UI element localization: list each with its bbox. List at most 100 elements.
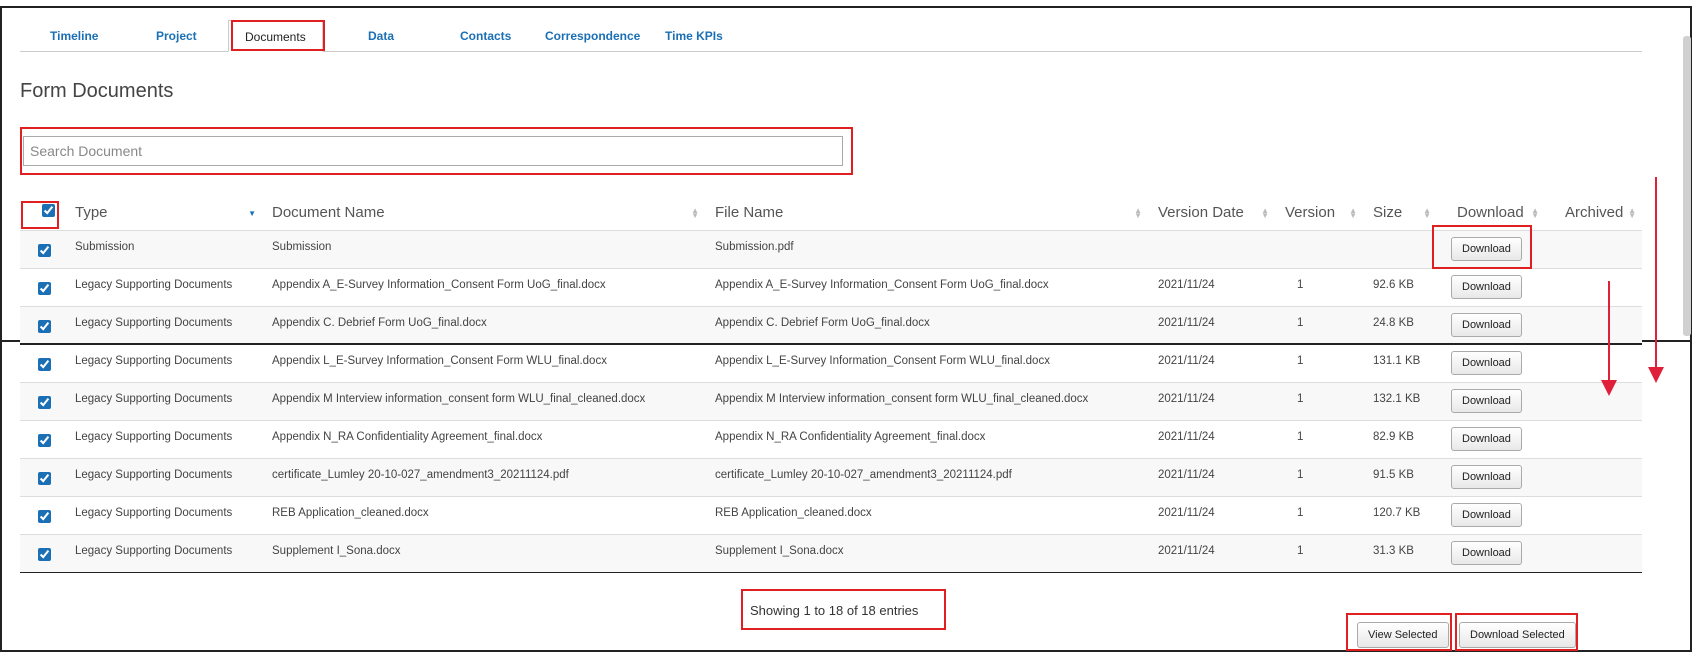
row-checkbox[interactable] bbox=[38, 395, 51, 409]
tab-project[interactable]: Project bbox=[156, 29, 197, 43]
cell-type: Legacy Supporting Documents bbox=[75, 430, 233, 443]
cell-version-date: 2021/11/24 bbox=[1158, 468, 1215, 481]
cell-size bbox=[1363, 230, 1437, 268]
cell-type: Submission bbox=[75, 240, 135, 253]
cell-file-name: REB Application_cleaned.docx bbox=[715, 506, 872, 519]
column-header-download[interactable]: Download ▲ ▼ bbox=[1437, 196, 1545, 230]
tab-timeline[interactable]: Timeline bbox=[50, 29, 98, 43]
documents-table: Type ▼ Document Name ▲ ▼ File Name ▲ ▼ Versio… bbox=[20, 196, 1642, 573]
sort-icon: ▲ ▼ bbox=[1261, 206, 1269, 220]
row-checkbox[interactable] bbox=[38, 547, 51, 561]
sort-icon: ▲ ▼ bbox=[1423, 206, 1431, 220]
cell-archived bbox=[1545, 306, 1642, 344]
tab-data[interactable]: Data bbox=[368, 29, 394, 43]
table-row: Legacy Supporting Documents REB Applicati… bbox=[20, 496, 1642, 534]
download-button[interactable]: Download bbox=[1451, 426, 1522, 451]
select-all-checkbox[interactable] bbox=[42, 204, 55, 218]
row-checkbox[interactable] bbox=[38, 471, 51, 485]
tab-correspondence[interactable]: Correspondence bbox=[545, 29, 640, 43]
cell-type: Legacy Supporting Documents bbox=[75, 278, 233, 291]
table-row: Legacy Supporting Documents Supplement I_… bbox=[20, 534, 1642, 572]
cell-archived bbox=[1545, 458, 1642, 496]
column-header-document-name[interactable]: Document Name ▲ ▼ bbox=[262, 196, 705, 230]
download-button[interactable]: Download bbox=[1451, 236, 1522, 261]
table-row: Legacy Supporting Documents Appendix N_RA… bbox=[20, 420, 1642, 458]
cell-document-name: certificate_Lumley 20-10-027_amendment3_… bbox=[272, 468, 569, 481]
download-button[interactable]: Download bbox=[1451, 351, 1522, 375]
row-checkbox[interactable] bbox=[38, 281, 51, 295]
cell-archived bbox=[1545, 496, 1642, 534]
table-row: Legacy Supporting Documents Appendix C. D… bbox=[20, 306, 1642, 344]
cell-document-name: Appendix L_E-Survey Information_Consent … bbox=[272, 355, 607, 367]
cell-archived bbox=[1545, 230, 1642, 268]
cell-version: 1 bbox=[1297, 392, 1304, 405]
cell-version-date: 2021/11/24 bbox=[1158, 430, 1215, 443]
column-header-archived[interactable]: Archived ▲ ▼ bbox=[1545, 196, 1642, 230]
cell-version: 1 bbox=[1297, 544, 1304, 557]
download-button[interactable]: Download bbox=[1451, 464, 1522, 489]
download-button[interactable]: Download bbox=[1451, 274, 1522, 299]
column-header-type[interactable]: Type ▼ bbox=[65, 196, 262, 230]
sort-icon: ▲ ▼ bbox=[1134, 206, 1142, 220]
cell-version: 1 bbox=[1297, 355, 1304, 367]
cell-document-name: Submission bbox=[272, 240, 332, 253]
row-checkbox[interactable] bbox=[38, 319, 51, 333]
download-button[interactable]: Download bbox=[1451, 502, 1522, 527]
cell-document-name: Appendix C. Debrief Form UoG_final.docx bbox=[272, 316, 487, 329]
row-checkbox[interactable] bbox=[38, 509, 51, 523]
arrow-down-icon bbox=[1601, 281, 1617, 396]
sort-icon: ▲ ▼ bbox=[691, 206, 699, 220]
sort-icon: ▲ ▼ bbox=[1531, 206, 1539, 220]
cell-file-name: Appendix L_E-Survey Information_Consent … bbox=[715, 355, 1050, 367]
tab-contacts[interactable]: Contacts bbox=[460, 29, 511, 43]
cell-version-date: 2021/11/24 bbox=[1158, 506, 1215, 519]
cell-file-name: Appendix A_E-Survey Information_Consent … bbox=[715, 278, 1049, 291]
cell-size: 132.1 KB bbox=[1373, 392, 1421, 405]
row-checkbox[interactable] bbox=[38, 433, 51, 447]
scrollbar[interactable] bbox=[1683, 36, 1691, 336]
sort-icon: ▲ ▼ bbox=[1628, 206, 1636, 220]
column-header-version-date[interactable]: Version Date ▲ ▼ bbox=[1148, 196, 1275, 230]
table-header-row: Type ▼ Document Name ▲ ▼ File Name ▲ ▼ Versio… bbox=[20, 196, 1642, 230]
column-header-file-name[interactable]: File Name ▲ ▼ bbox=[705, 196, 1148, 230]
cell-archived bbox=[1545, 420, 1642, 458]
row-checkbox[interactable] bbox=[38, 243, 51, 257]
cell-document-name: Appendix M Interview information_consent… bbox=[272, 392, 646, 405]
view-selected-button[interactable]: View Selected bbox=[1357, 622, 1449, 648]
cell-type: Legacy Supporting Documents bbox=[75, 544, 233, 557]
cell-size: 82.9 KB bbox=[1373, 430, 1414, 443]
column-header-size[interactable]: Size ▲ ▼ bbox=[1363, 196, 1437, 230]
cell-type: Legacy Supporting Documents bbox=[75, 392, 233, 405]
tab-time-kpis[interactable]: Time KPIs bbox=[665, 29, 723, 43]
cell-version-date: 2021/11/24 bbox=[1158, 355, 1215, 367]
row-checkbox[interactable] bbox=[38, 358, 51, 371]
cell-version: 1 bbox=[1297, 506, 1304, 519]
cell-document-name: Supplement I_Sona.docx bbox=[272, 544, 401, 557]
table-row: Legacy Supporting Documents Appendix M In… bbox=[20, 382, 1642, 420]
cell-file-name: Appendix N_RA Confidentiality Agreement_… bbox=[715, 430, 986, 443]
sort-icon: ▲ ▼ bbox=[1349, 206, 1357, 220]
cell-file-name: certificate_Lumley 20-10-027_amendment3_… bbox=[715, 468, 1012, 481]
cell-version-date: 2021/11/24 bbox=[1158, 392, 1215, 405]
download-button[interactable]: Download bbox=[1451, 388, 1522, 413]
download-button[interactable]: Download bbox=[1451, 312, 1522, 337]
cell-version-date: 2021/11/24 bbox=[1158, 316, 1215, 329]
cell-version: 1 bbox=[1297, 316, 1304, 329]
column-header-version[interactable]: Version ▲ ▼ bbox=[1275, 196, 1363, 230]
table-row: Legacy Supporting Documents certificate_L… bbox=[20, 458, 1642, 496]
download-selected-button[interactable]: Download Selected bbox=[1459, 622, 1576, 648]
search-input[interactable] bbox=[23, 136, 843, 166]
cell-file-name: Supplement I_Sona.docx bbox=[715, 544, 844, 557]
cell-version: 1 bbox=[1297, 430, 1304, 443]
cell-archived bbox=[1545, 382, 1642, 420]
cell-version-date: 2021/11/24 bbox=[1158, 544, 1215, 557]
tab-bar: Timeline Project Documents Data Contacts… bbox=[20, 20, 1642, 52]
cell-version-date bbox=[1148, 230, 1275, 268]
arrow-down-icon bbox=[1648, 177, 1664, 383]
cell-archived bbox=[1545, 534, 1642, 572]
cell-document-name: Appendix A_E-Survey Information_Consent … bbox=[272, 278, 606, 291]
tab-documents[interactable]: Documents bbox=[228, 20, 323, 52]
download-button[interactable]: Download bbox=[1451, 540, 1522, 565]
cell-size: 120.7 KB bbox=[1373, 506, 1421, 519]
cell-type: Legacy Supporting Documents bbox=[75, 468, 233, 481]
